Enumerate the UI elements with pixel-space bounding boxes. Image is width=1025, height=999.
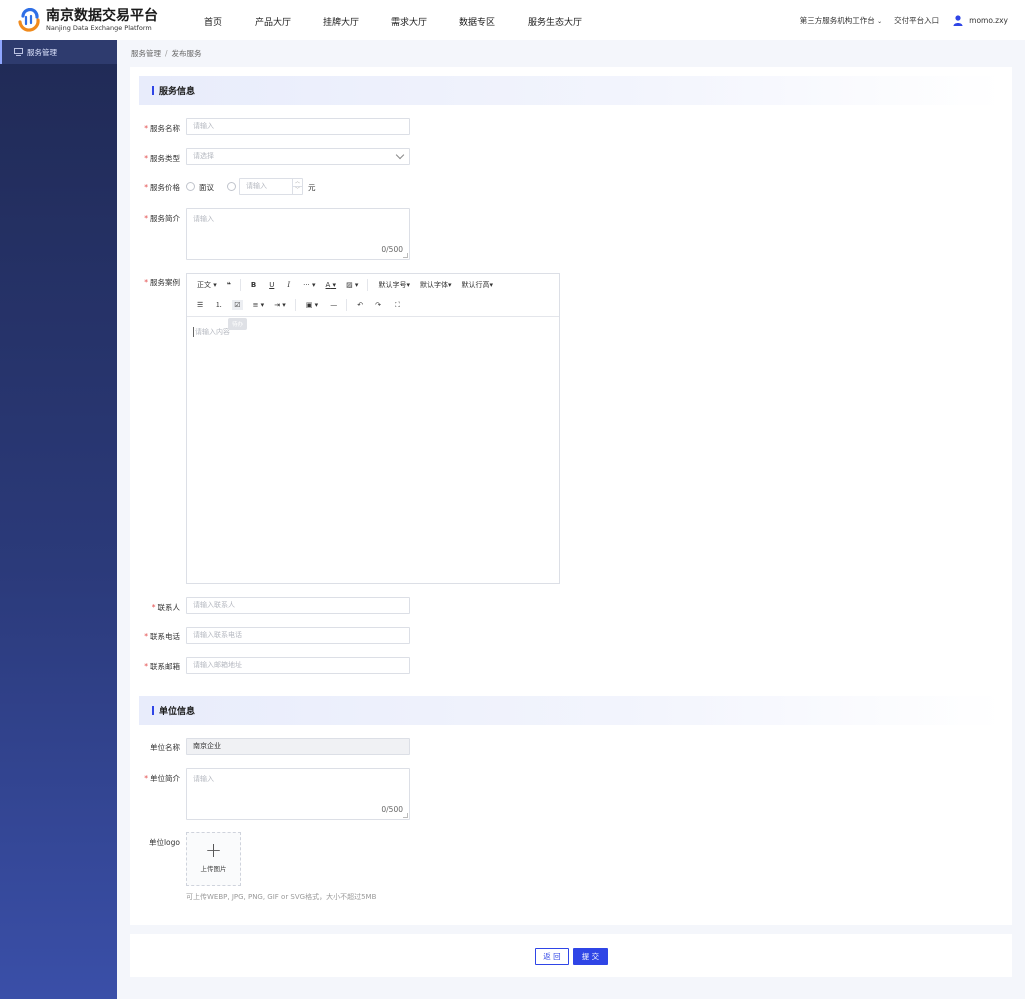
price-negotiable-label[interactable]: 面议 — [199, 182, 214, 193]
editor-toolbar: 正文 ▾ ❝ B U I ··· ▾ A ▾ ▨ ▾ 默认字号▾ 默认字体▾ 默… — [187, 274, 559, 317]
unit-name-label: 单位名称 — [150, 743, 180, 752]
quantity-stepper[interactable]: ︿ ﹀ — [292, 179, 302, 194]
platform-logo[interactable]: 南京数据交易平台 Nanjing Data Exchange Platform — [17, 8, 190, 32]
price-negotiable-radio[interactable] — [186, 182, 195, 191]
service-name-label: * 服务名称 — [144, 124, 180, 133]
service-case-label: * 服务案例 — [144, 278, 180, 287]
nav-products[interactable]: 产品大厅 — [255, 15, 291, 28]
upload-hint: 可上传WEBP, JPG, PNG, GIF or SVG格式，大小不超过5MB — [186, 893, 377, 901]
service-type-select[interactable]: 请选择 — [186, 148, 410, 165]
char-count: 0/500 — [381, 245, 403, 254]
logo-title: 南京数据交易平台 — [46, 8, 158, 24]
username[interactable]: momo.zxy — [969, 16, 1008, 25]
service-section-header: 服务信息 — [139, 76, 1003, 105]
fullscreen-icon[interactable]: ⛶ — [395, 301, 400, 310]
service-manage-icon — [14, 48, 23, 56]
sidebar-item-label: 服务管理 — [27, 47, 57, 57]
nav-listing[interactable]: 挂牌大厅 — [323, 15, 359, 28]
paragraph-style-button[interactable]: 正文 ▾ — [197, 280, 217, 290]
editor-placeholder: 请输入内容 — [193, 327, 230, 337]
resize-handle[interactable] — [403, 813, 408, 818]
price-unit: 元 — [308, 183, 316, 192]
quote-icon[interactable]: ❝ — [227, 281, 231, 289]
phone-input[interactable]: 请输入联系电话 — [186, 627, 410, 644]
workbench-dropdown[interactable]: 第三方服务机构工作台 ⌄ — [800, 15, 882, 26]
redo-icon[interactable]: ↷ — [375, 301, 381, 309]
service-name-input[interactable]: 请输入 — [186, 118, 410, 135]
unit-intro-textarea[interactable]: 请输入 0/500 — [186, 768, 410, 820]
price-input[interactable]: 请输入 ︿ ﹀ — [239, 178, 303, 195]
chevron-down-icon: ﹀ — [294, 186, 300, 193]
char-count: 0/500 — [381, 805, 403, 814]
plus-icon: + — [205, 838, 222, 862]
divider-icon[interactable]: — — [330, 301, 337, 309]
service-intro-label: * 服务简介 — [144, 214, 180, 223]
font-color-button[interactable]: A ▾ — [326, 281, 337, 289]
undo-icon[interactable]: ↶ — [357, 301, 363, 309]
background-color-icon[interactable]: ▨ ▾ — [346, 281, 358, 289]
underline-button[interactable]: U — [269, 281, 274, 289]
font-size-select[interactable]: 默认字号▾ — [378, 280, 410, 290]
phone-label: * 联系电话 — [144, 632, 180, 641]
breadcrumb-root[interactable]: 服务管理 — [131, 49, 161, 58]
delivery-link[interactable]: 交付平台入口 — [894, 15, 939, 26]
back-button[interactable]: 返 回 — [535, 948, 569, 965]
section-title: 单位信息 — [159, 707, 196, 717]
chevron-up-icon: ︿ — [293, 179, 302, 187]
submit-button[interactable]: 提 交 — [573, 948, 608, 965]
service-price-label: * 服务价格 — [144, 183, 180, 192]
more-style-button[interactable]: ··· ▾ — [303, 281, 315, 289]
sidebar-item-service-manage[interactable]: 服务管理 — [0, 40, 117, 64]
nav-service-hall[interactable]: 服务生态大厅 — [528, 15, 582, 28]
todo-list-icon[interactable]: ☑ — [232, 300, 243, 310]
sidebar: 服务管理 — [0, 40, 117, 999]
service-type-label: * 服务类型 — [144, 154, 180, 163]
logo-subtitle: Nanjing Data Exchange Platform — [46, 24, 152, 32]
top-header: 南京数据交易平台 Nanjing Data Exchange Platform … — [0, 0, 1025, 40]
nav-home[interactable]: 首页 — [204, 15, 222, 28]
form-actions: 返 回 提 交 — [130, 934, 1012, 977]
breadcrumb-separator: / — [165, 49, 168, 58]
font-family-select[interactable]: 默认字体▾ — [420, 280, 452, 290]
section-title: 服务信息 — [159, 87, 196, 97]
logo-mark-icon — [17, 8, 41, 32]
breadcrumb: 服务管理 / 发布服务 — [131, 48, 202, 59]
upload-label: 上传图片 — [200, 865, 227, 873]
bold-button[interactable]: B — [251, 281, 256, 289]
unit-name-input: 南京企业 — [186, 738, 410, 755]
toolbar-tooltip: 待办 — [228, 318, 248, 330]
email-label: * 联系邮箱 — [144, 662, 180, 671]
contact-input[interactable]: 请输入联系人 — [186, 597, 410, 614]
numbered-list-icon[interactable]: ⒈ — [215, 300, 222, 310]
header-right: 第三方服务机构工作台 ⌄ 交付平台入口 momo.zxy — [800, 0, 1008, 40]
logo-upload-button[interactable]: + 上传图片 — [186, 832, 241, 886]
unit-logo-label: 单位logo — [148, 838, 180, 847]
chevron-down-icon — [395, 150, 405, 160]
italic-button[interactable]: I — [287, 281, 290, 289]
indent-icon[interactable]: ⇥ ▾ — [274, 301, 286, 309]
unit-section-header: 单位信息 — [139, 696, 1003, 725]
nav-demand[interactable]: 需求大厅 — [391, 15, 427, 28]
price-fixed-radio[interactable] — [227, 182, 236, 191]
resize-handle[interactable] — [403, 253, 408, 258]
line-height-select[interactable]: 默认行高▾ — [461, 280, 493, 290]
email-field[interactable]: 请输入邮箱地址 — [186, 657, 410, 674]
chevron-down-icon: ⌄ — [877, 17, 883, 25]
align-icon[interactable]: ≡ ▾ — [253, 301, 265, 309]
unit-intro-label: * 单位简介 — [144, 774, 180, 783]
user-icon[interactable] — [953, 14, 963, 26]
breadcrumb-current: 发布服务 — [171, 49, 202, 58]
contact-label: * 联系人 — [151, 603, 180, 612]
service-intro-textarea[interactable]: 请输入 0/500 — [186, 208, 410, 260]
bullet-list-icon[interactable]: ☰ — [197, 301, 203, 309]
nav-data-zone[interactable]: 数据专区 — [459, 15, 495, 28]
image-icon[interactable]: ▣ ▾ — [306, 301, 318, 309]
